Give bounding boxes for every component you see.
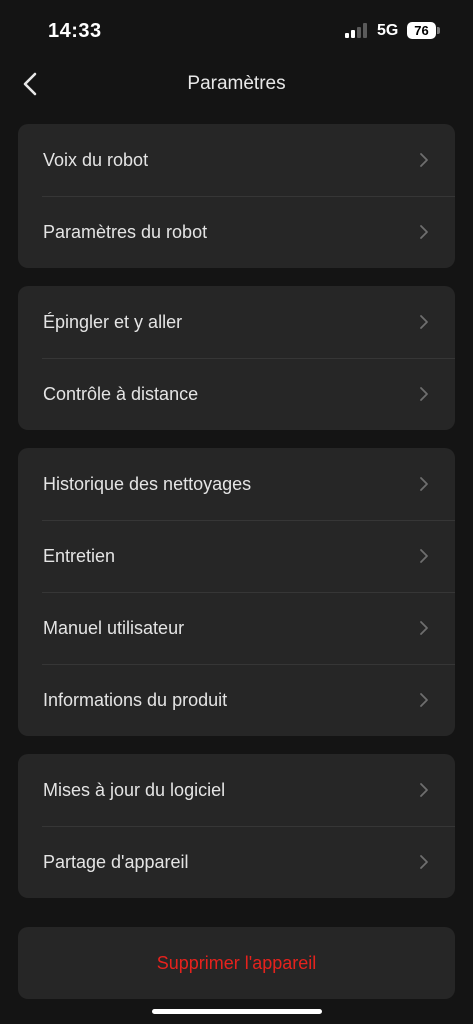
row-label: Historique des nettoyages [43,473,252,494]
settings-row-pin-and-go[interactable]: Épingler et y aller [18,286,455,358]
row-label: Voix du robot [43,149,149,170]
chevron-right-icon [420,387,428,401]
row-label: Épingler et y aller [43,311,183,332]
chevron-right-icon [420,153,428,167]
status-time: 14:33 [48,20,102,42]
delete-device-label: Supprimer l'appareil [156,952,317,973]
settings-group-device: Mises à jour du logiciel Partage d'appar… [18,754,455,898]
settings-group-info: Historique des nettoyages Entretien Manu… [18,448,455,736]
row-label: Manuel utilisateur [43,617,185,638]
row-label: Entretien [43,545,116,566]
row-label: Partage d'appareil [43,851,189,872]
battery-icon: 76 [407,22,436,39]
settings-row-product-info[interactable]: Informations du produit [18,664,455,736]
chevron-right-icon [420,783,428,797]
settings-row-cleaning-history[interactable]: Historique des nettoyages [18,448,455,520]
settings-row-robot-settings[interactable]: Paramètres du robot [18,196,455,268]
chevron-right-icon [420,477,428,491]
settings-row-robot-voice[interactable]: Voix du robot [18,124,455,196]
chevron-right-icon [420,693,428,707]
chevron-right-icon [420,549,428,563]
settings-row-maintenance[interactable]: Entretien [18,520,455,592]
row-label: Informations du produit [43,689,228,710]
row-label: Paramètres du robot [43,221,208,242]
chevron-right-icon [420,855,428,869]
settings-row-user-manual[interactable]: Manuel utilisateur [18,592,455,664]
settings-row-software-updates[interactable]: Mises à jour du logiciel [18,754,455,826]
chevron-right-icon [420,225,428,239]
chevron-right-icon [420,621,428,635]
status-bar: 14:33 5G 76 [0,0,473,60]
row-label: Contrôle à distance [43,383,199,404]
page-title: Paramètres [187,73,286,94]
chevron-right-icon [420,315,428,329]
home-indicator[interactable] [152,1009,322,1014]
cellular-signal-icon [345,23,367,38]
settings-group-navigation: Épingler et y aller Contrôle à distance [18,286,455,430]
navigation-bar: Paramètres [0,60,473,110]
row-label: Mises à jour du logiciel [43,779,226,800]
delete-device-button[interactable]: Supprimer l'appareil [18,927,455,999]
network-type: 5G [377,22,399,39]
settings-row-device-sharing[interactable]: Partage d'appareil [18,826,455,898]
settings-group-robot: Voix du robot Paramètres du robot [18,124,455,268]
settings-row-remote-control[interactable]: Contrôle à distance [18,358,455,430]
battery-tip [437,27,440,34]
